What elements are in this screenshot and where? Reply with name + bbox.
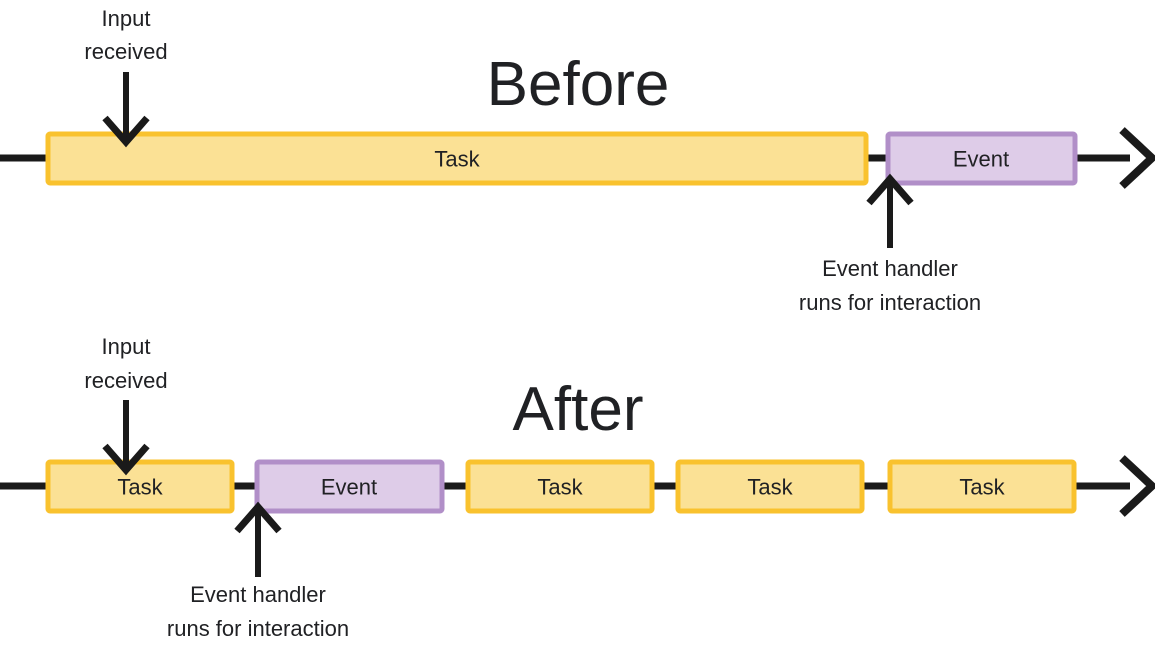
before-block-event: Event [885,131,1078,186]
event-handler-line1: Event handler [822,256,958,281]
after-block-task-3: Task [675,459,865,514]
before-annotation-event-handler: Event handler runs for interaction [799,173,981,315]
before-block-task: Task [45,131,869,186]
before-annotation-input-received: Input received [84,6,168,148]
event-handler-line1: Event handler [190,582,326,607]
event-handler-line2: runs for interaction [167,616,349,641]
input-received-line1: Input [102,6,151,31]
event-block-label: Event [953,147,1009,172]
event-handler-line2: runs for interaction [799,290,981,315]
task-block-label: Task [117,475,163,500]
event-block-label: Event [321,475,377,500]
after-annotation-event-handler: Event handler runs for interaction [167,501,349,641]
task-block-label: Task [747,475,793,500]
after-section: After Task Event Task Task Task Input re… [0,334,1155,641]
after-block-task-4: Task [887,459,1077,514]
after-annotation-input-received: Input received [84,334,168,476]
task-block-label: Task [537,475,583,500]
after-block-event: Event [254,459,445,514]
before-section: Before Task Event Input received Event h… [0,6,1155,315]
before-title: Before [487,50,670,119]
after-block-task-2: Task [465,459,655,514]
input-received-line2: received [84,39,167,64]
task-block-label: Task [959,475,1005,500]
input-received-line2: received [84,368,167,393]
after-block-task-1: Task [45,459,235,514]
diagram-canvas: Before Task Event Input received Event h… [0,0,1155,647]
task-block-label: Task [434,147,480,172]
after-title: After [513,375,644,444]
input-received-line1: Input [102,334,151,359]
before-after-timeline-diagram: Before Task Event Input received Event h… [0,6,1155,641]
